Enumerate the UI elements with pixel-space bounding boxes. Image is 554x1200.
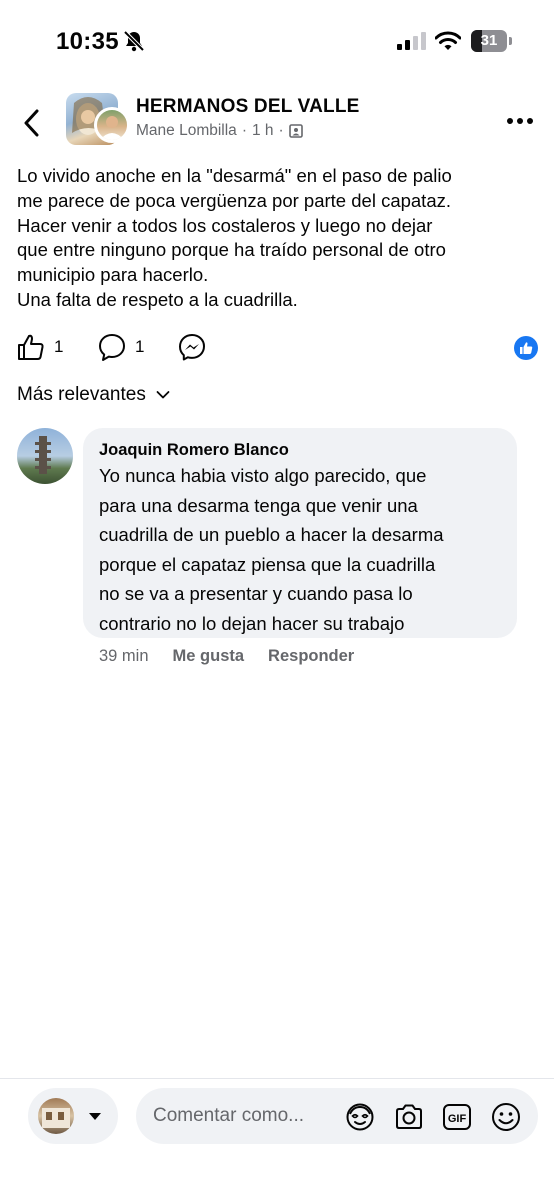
meta-separator: · bbox=[278, 122, 284, 139]
post-time[interactable]: 1 h bbox=[252, 122, 274, 140]
comment-like-button[interactable]: Me gusta bbox=[173, 647, 245, 666]
post-header: HERMANOS DEL VALLE Mane Lombilla · 1 h · bbox=[0, 84, 554, 160]
sort-label: Más relevantes bbox=[17, 384, 146, 405]
meta-separator: · bbox=[241, 122, 247, 139]
like-count: 1 bbox=[54, 337, 64, 356]
more-icon[interactable] bbox=[506, 117, 534, 125]
comment-bubble: Joaquin Romero Blanco Yo nunca habia vis… bbox=[83, 428, 517, 638]
comment-footer: 39 min Me gusta Responder bbox=[99, 647, 354, 666]
comment-sort-dropdown[interactable]: Más relevantes bbox=[17, 384, 170, 406]
comment-composer: Comentar como... GIF bbox=[0, 1078, 554, 1200]
comment-text: Yo nunca habia visto algo parecido, que … bbox=[99, 465, 444, 634]
like-reaction-badge[interactable] bbox=[514, 336, 538, 360]
group-name[interactable]: HERMANOS DEL VALLE bbox=[136, 96, 360, 118]
post-text: Lo vivido anoche en la "desarmá" en el p… bbox=[17, 165, 452, 310]
comment-button[interactable]: 1 bbox=[97, 332, 144, 362]
send-messenger-button[interactable] bbox=[177, 332, 207, 362]
commenter-avatar[interactable] bbox=[17, 428, 73, 484]
identity-switcher[interactable] bbox=[28, 1088, 118, 1144]
comment-input[interactable]: Comentar como... GIF bbox=[136, 1088, 538, 1144]
status-time: 10:35 bbox=[56, 28, 119, 55]
svg-text:GIF: GIF bbox=[448, 1113, 467, 1125]
messenger-icon bbox=[179, 334, 205, 361]
wifi-icon bbox=[435, 31, 461, 50]
caret-down-icon bbox=[89, 1113, 101, 1120]
post-actions: 1 1 bbox=[0, 328, 554, 368]
emoji-icon[interactable] bbox=[490, 1102, 522, 1132]
audience-icon bbox=[288, 124, 303, 138]
comment-count: 1 bbox=[135, 337, 145, 356]
identity-avatar bbox=[38, 1098, 74, 1134]
comment-icon bbox=[99, 334, 125, 361]
camera-icon[interactable] bbox=[393, 1102, 425, 1132]
author-name[interactable]: Mane Lombilla bbox=[136, 122, 237, 140]
comment-reply-button[interactable]: Responder bbox=[268, 647, 354, 666]
comment-time: 39 min bbox=[99, 647, 149, 665]
comment-placeholder: Comentar como... bbox=[153, 1105, 304, 1126]
battery-indicator: 31 bbox=[471, 30, 513, 52]
author-avatar[interactable] bbox=[94, 107, 130, 143]
status-bar: 10:35 31 bbox=[0, 0, 554, 84]
signal-icon bbox=[397, 32, 426, 50]
back-arrow-icon[interactable] bbox=[20, 108, 44, 138]
like-badge-icon bbox=[520, 342, 533, 354]
battery-level: 31 bbox=[480, 32, 498, 49]
commenter-name[interactable]: Joaquin Romero Blanco bbox=[99, 441, 289, 460]
avatar-sticker-icon[interactable] bbox=[344, 1102, 376, 1132]
chevron-down-icon bbox=[156, 391, 170, 399]
like-button[interactable]: 1 bbox=[16, 332, 63, 362]
like-icon bbox=[18, 334, 44, 360]
post-meta: Mane Lombilla · 1 h · bbox=[136, 122, 303, 140]
mute-bell-icon bbox=[123, 30, 145, 52]
gif-icon[interactable]: GIF bbox=[441, 1102, 473, 1132]
